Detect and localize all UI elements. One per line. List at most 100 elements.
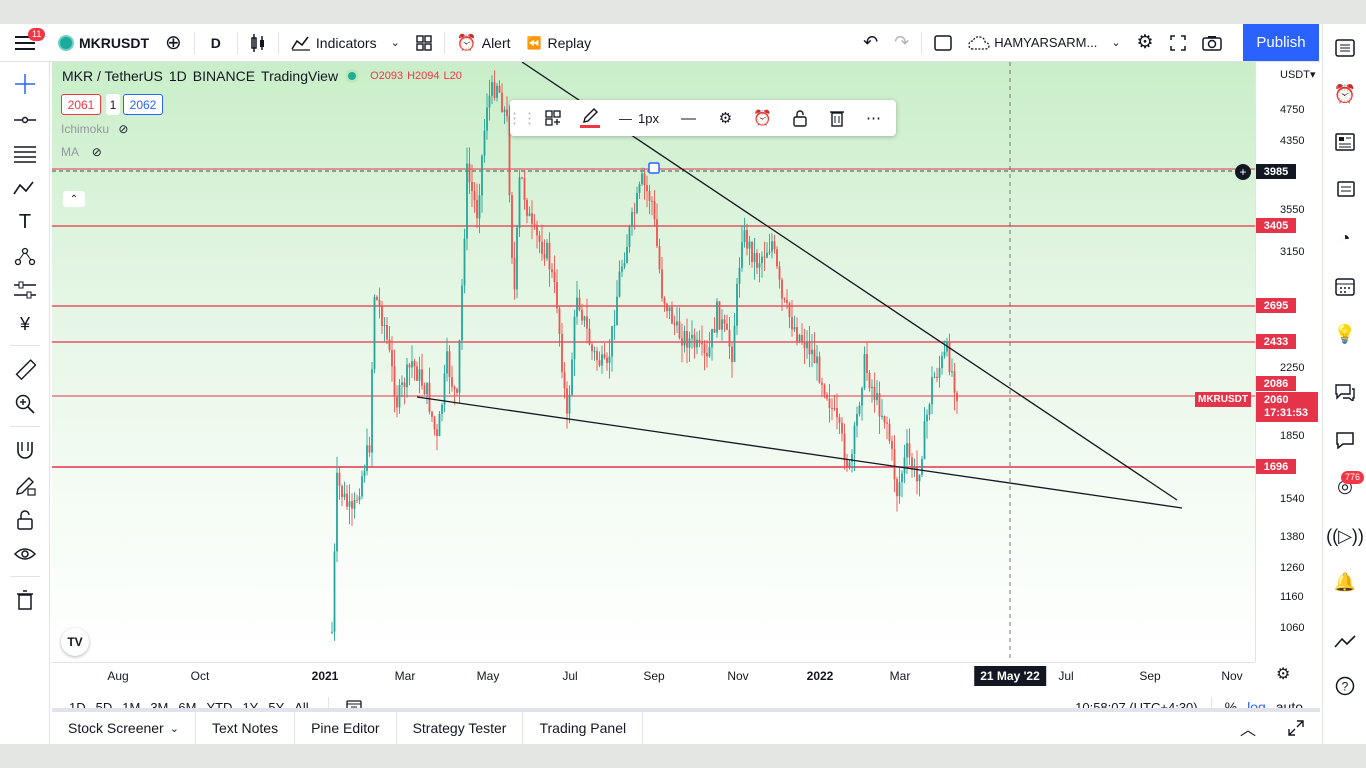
templates-button[interactable]	[408, 24, 440, 62]
maximize-panel-icon[interactable]	[1272, 712, 1320, 744]
tab-trading-panel[interactable]: Trading Panel	[523, 712, 644, 744]
candle-body	[451, 377, 453, 387]
collapse-panel-icon[interactable]: ︿	[1224, 712, 1272, 744]
drag-handle-icon[interactable]: ⋮⋮	[507, 100, 537, 136]
fib-retracement-icon[interactable]	[13, 142, 37, 166]
line-style-icon[interactable]: —	[670, 100, 707, 136]
settings-button[interactable]: ⚙	[1129, 24, 1162, 62]
fullscreen-button[interactable]	[1162, 24, 1194, 62]
candle-body	[406, 364, 408, 388]
line-width-button[interactable]: — 1px	[608, 100, 670, 136]
node-network-icon[interactable]	[13, 244, 37, 268]
indicators-button[interactable]: Indicators ⌄	[283, 24, 408, 62]
candle-body	[953, 371, 956, 393]
lock-icon[interactable]	[13, 508, 37, 532]
chart-canvas[interactable]	[52, 62, 1255, 662]
sell-price-button[interactable]: 2061	[61, 94, 101, 115]
chart-pane[interactable]	[52, 62, 1255, 662]
lightbulb-icon[interactable]: 💡	[1333, 322, 1357, 346]
indicator-ichimoku[interactable]: Ichimoku ⊘	[61, 122, 128, 136]
interval-button[interactable]: D	[199, 24, 233, 62]
trendline-anchor-handle[interactable]	[648, 162, 660, 174]
add-alert-icon[interactable]: ⏰	[744, 100, 781, 136]
candle-body	[523, 178, 526, 200]
candle-body	[331, 631, 333, 633]
data-window-icon[interactable]: ◔	[1333, 226, 1357, 250]
calendar-icon[interactable]	[1333, 274, 1357, 298]
axis-settings-gear-icon[interactable]: ⚙	[1276, 664, 1290, 684]
last-price-value: 2060	[1264, 394, 1289, 406]
line-color-icon[interactable]	[571, 100, 608, 136]
zoom-in-icon[interactable]	[13, 392, 37, 416]
redo-button[interactable]: ↷	[886, 24, 917, 62]
candle-body	[608, 356, 611, 363]
pencil-lock-icon[interactable]	[13, 474, 37, 498]
tab-text-notes[interactable]: Text Notes	[196, 712, 296, 744]
legend-title[interactable]: MKR / TetherUS	[62, 68, 163, 84]
unlock-icon[interactable]	[781, 100, 818, 136]
alarm-clock-icon[interactable]: ⏰	[1333, 82, 1357, 106]
time-tick: Nov	[727, 669, 749, 683]
price-axis[interactable]: USDT▾ 4750 4350 3550 3150 2250 1850 1540…	[1255, 62, 1320, 662]
symbol-search-button[interactable]: MKRUSDT	[50, 24, 157, 62]
undo-button[interactable]: ↶	[855, 24, 886, 62]
trash-icon[interactable]	[13, 588, 37, 612]
add-plus-icon[interactable]: +	[1235, 164, 1251, 180]
candle-body	[801, 334, 803, 342]
currency-selector[interactable]: USDT▾	[1280, 68, 1315, 81]
magnet-icon[interactable]	[13, 438, 37, 462]
compare-add-button[interactable]: ⊕	[157, 24, 190, 62]
indicator-ma[interactable]: MA ⊘	[61, 145, 102, 159]
price-tick: 1060	[1280, 622, 1305, 634]
trend-line-icon[interactable]	[13, 108, 37, 132]
help-icon[interactable]: ?	[1333, 674, 1357, 698]
alert-button[interactable]: ⏰ Alert	[449, 24, 519, 62]
candle-body	[363, 470, 366, 477]
publish-button[interactable]: Publish	[1243, 24, 1319, 61]
snapshot-button[interactable]	[1194, 24, 1230, 62]
screener-icon[interactable]	[1333, 176, 1357, 200]
eye-icon[interactable]	[13, 542, 37, 566]
trend-zigzag-icon[interactable]	[1333, 630, 1357, 654]
candle-body	[391, 350, 393, 367]
separator	[193, 31, 195, 54]
candle-body	[588, 328, 591, 345]
bell-icon[interactable]: 🔔	[1333, 570, 1357, 594]
templates-icon[interactable]	[534, 100, 571, 136]
legend-collapse-button[interactable]: ⌃	[63, 191, 85, 207]
news-icon[interactable]	[1333, 130, 1357, 154]
chats-icon[interactable]	[1333, 380, 1357, 404]
gear-icon[interactable]: ⚙	[707, 100, 744, 136]
more-icon[interactable]: ⋯	[855, 100, 892, 136]
layout-name-button[interactable]: HAMYARSARM... ⌄	[960, 24, 1128, 62]
trendline-lower[interactable]	[416, 396, 1183, 509]
eye-off-icon[interactable]: ⊘	[92, 145, 102, 159]
replay-button[interactable]: ⏪ Replay	[519, 24, 600, 62]
candle-body	[923, 421, 926, 460]
text-tool-icon[interactable]: T	[13, 210, 37, 234]
trash-icon[interactable]	[818, 100, 855, 136]
candle-body	[486, 107, 488, 131]
candle-body	[726, 323, 728, 330]
tab-stock-screener[interactable]: Stock Screener ⌄	[52, 712, 196, 744]
time-axis[interactable]: Aug Oct 2021 Mar May Jul Sep Nov 2022 Ma…	[52, 662, 1255, 690]
watchlist-icon[interactable]	[1333, 36, 1357, 60]
broadcast-icon[interactable]: ((▷))	[1326, 524, 1364, 548]
single-layout-button[interactable]	[926, 24, 960, 62]
sliders-icon[interactable]	[13, 278, 37, 302]
chart-type-button[interactable]	[242, 24, 274, 62]
main-menu-button[interactable]: 11	[0, 24, 50, 62]
last-price-label: 2060 17:31:53	[1256, 392, 1318, 422]
ruler-icon[interactable]	[13, 358, 37, 382]
patterns-icon[interactable]	[13, 176, 37, 200]
yen-icon[interactable]: ¥	[13, 312, 37, 336]
tab-pine-editor[interactable]: Pine Editor	[295, 712, 397, 744]
candle-body	[881, 415, 883, 417]
crosshair-icon[interactable]	[13, 72, 37, 96]
eye-off-icon[interactable]: ⊘	[118, 122, 128, 136]
candle-body	[528, 213, 531, 216]
chat-bubble-icon[interactable]	[1333, 428, 1357, 452]
tradingview-logo[interactable]: TV	[61, 628, 89, 656]
buy-price-button[interactable]: 2062	[123, 94, 163, 115]
tab-strategy-tester[interactable]: Strategy Tester	[397, 712, 524, 744]
